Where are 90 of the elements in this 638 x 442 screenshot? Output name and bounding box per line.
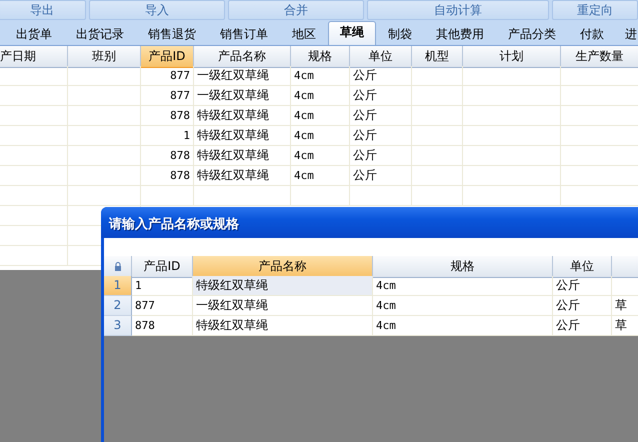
table-cell: 一级红双草绳 <box>194 86 291 106</box>
tab[interactable]: 销售订单 <box>208 23 280 45</box>
table-cell: 公斤 <box>350 146 412 166</box>
table-cell <box>412 166 463 186</box>
tab[interactable]: 出货记录 <box>64 23 136 45</box>
table-cell <box>350 186 412 206</box>
table-cell: 公斤 <box>553 296 612 316</box>
toolbar-button[interactable]: 导入 <box>89 0 225 20</box>
table-cell <box>412 66 463 86</box>
column-header[interactable]: 规格 <box>291 46 350 68</box>
search-field[interactable] <box>104 238 638 256</box>
column-header[interactable]: 机型 <box>412 46 463 68</box>
table-cell <box>0 126 68 146</box>
table-cell: 一级红双草绳 <box>193 296 373 316</box>
column-header[interactable]: 单位 <box>553 256 612 278</box>
table-cell: 公斤 <box>553 316 612 336</box>
table-cell: 877 <box>141 66 194 86</box>
column-header[interactable]: 单位 <box>350 46 412 68</box>
table-cell: 特级红双草绳 <box>193 276 373 296</box>
tab[interactable]: 草绳 <box>328 21 376 45</box>
table-cell: 4cm <box>291 126 350 146</box>
table-cell: 公斤 <box>350 66 412 86</box>
column-header[interactable]: 生产数量 <box>561 46 638 68</box>
table-cell: 878 <box>141 106 194 126</box>
column-header[interactable]: 计划 <box>463 46 561 68</box>
column-header[interactable]: 产品ID <box>132 256 193 278</box>
tab[interactable]: 付款 <box>568 23 616 45</box>
table-cell: 4cm <box>373 316 553 336</box>
table-cell <box>412 186 463 206</box>
tab[interactable]: 产品分类 <box>496 23 568 45</box>
lock-icon <box>104 256 132 278</box>
table-cell: 877 <box>132 296 193 316</box>
table-cell <box>141 186 194 206</box>
tab[interactable]: 销售退货 <box>136 23 208 45</box>
table-cell <box>0 186 68 206</box>
table-cell: 公斤 <box>350 166 412 186</box>
table-cell: 公斤 <box>553 276 612 296</box>
toolbar-button[interactable]: 导出 <box>0 0 86 20</box>
column-header[interactable]: 产日期 <box>0 46 68 68</box>
table-cell: 4cm <box>291 66 350 86</box>
table-cell <box>412 146 463 166</box>
table-cell <box>291 186 350 206</box>
table-cell <box>0 66 68 86</box>
row-number[interactable]: 3 <box>104 316 132 336</box>
column-header[interactable]: 规格 <box>373 256 553 278</box>
table-cell <box>0 86 68 106</box>
table-cell: 特级红双草绳 <box>194 166 291 186</box>
table-cell: 878 <box>132 316 193 336</box>
tab[interactable]: 其他费用 <box>424 23 496 45</box>
table-cell: 草 <box>612 316 638 336</box>
table-cell: 草 <box>612 296 638 316</box>
table-cell: 4cm <box>291 86 350 106</box>
table-cell: 878 <box>141 146 194 166</box>
tab[interactable]: 地区 <box>280 23 328 45</box>
table-cell: 公斤 <box>350 86 412 106</box>
column-header[interactable]: 产品名称 <box>193 256 373 278</box>
table-cell <box>0 106 68 126</box>
table-cell: 4cm <box>291 106 350 126</box>
tab[interactable]: 进 <box>616 23 638 45</box>
table-cell: 4cm <box>373 296 553 316</box>
column-header[interactable]: 产品ID <box>141 46 194 68</box>
table-cell: 公斤 <box>350 126 412 146</box>
table-cell: 特级红双草绳 <box>194 126 291 146</box>
toolbar-button[interactable]: 重定向 <box>552 0 638 20</box>
table-cell: 4cm <box>291 166 350 186</box>
table-cell: 878 <box>141 166 194 186</box>
table-cell: 877 <box>141 86 194 106</box>
toolbar-button[interactable]: 自动计算 <box>367 0 549 20</box>
toolbar-button[interactable]: 合并 <box>228 0 364 20</box>
tab[interactable]: 制袋 <box>376 23 424 45</box>
table-cell: 特级红双草绳 <box>194 106 291 126</box>
table-cell <box>0 166 68 186</box>
row-number[interactable]: 2 <box>104 296 132 316</box>
table-cell <box>0 206 68 226</box>
table-cell <box>412 106 463 126</box>
dialog-title: 请输入产品名称或规格 <box>101 207 638 238</box>
table-cell <box>412 126 463 146</box>
table-cell: 一级红双草绳 <box>194 66 291 86</box>
table-cell: 4cm <box>373 276 553 296</box>
column-header[interactable]: 班别 <box>68 46 141 68</box>
table-cell: 1 <box>141 126 194 146</box>
tab[interactable]: 出货单 <box>4 23 64 45</box>
table-cell <box>0 146 68 166</box>
column-header[interactable]: 产品名称 <box>194 46 291 68</box>
row-number[interactable]: 1 <box>104 276 132 296</box>
table-cell: 4cm <box>291 146 350 166</box>
table-cell: 特级红双草绳 <box>194 146 291 166</box>
table-cell <box>412 86 463 106</box>
table-cell: 公斤 <box>350 106 412 126</box>
table-cell: 特级红双草绳 <box>193 316 373 336</box>
